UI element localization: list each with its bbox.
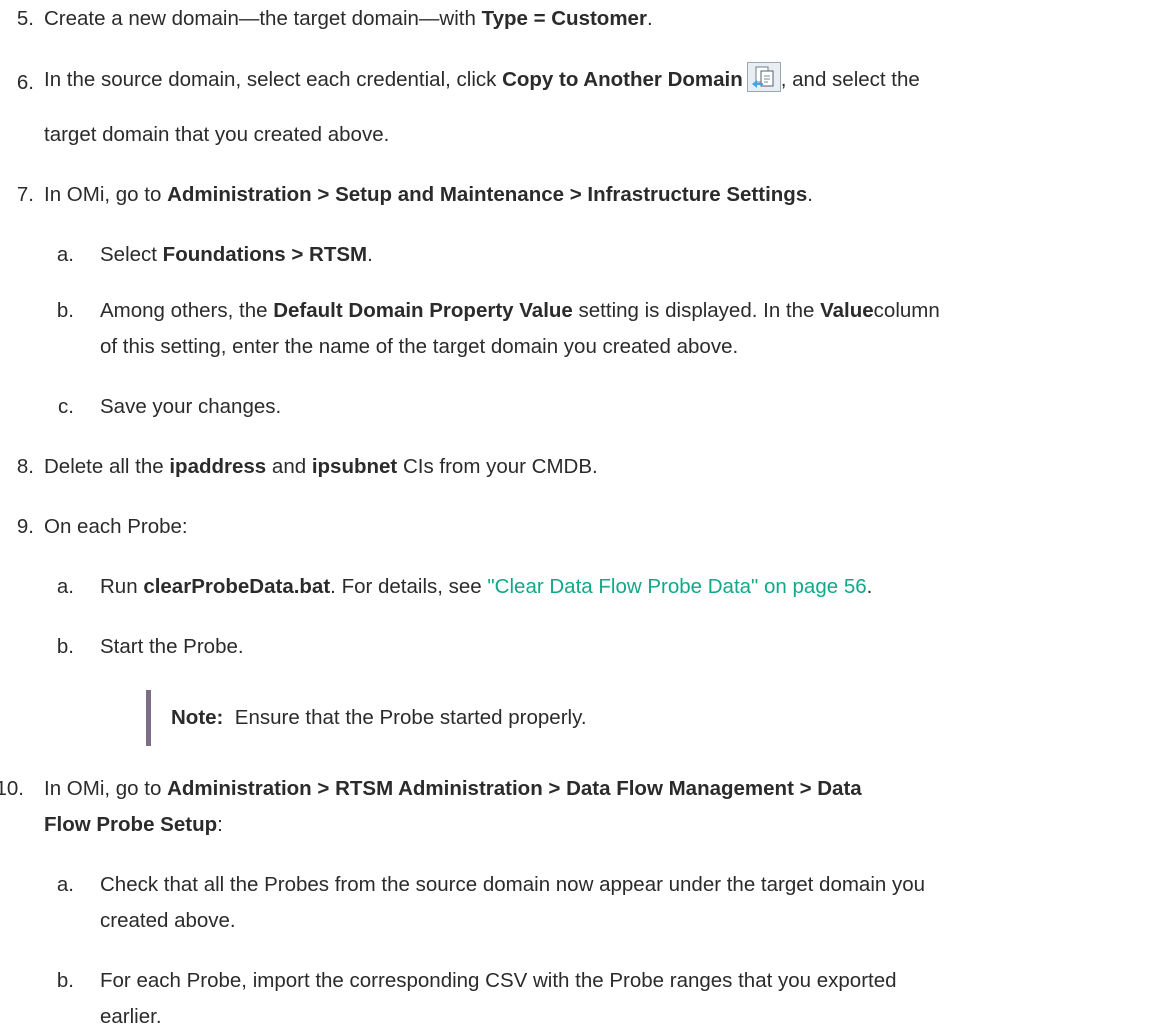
- step-number: 9.: [16, 515, 34, 538]
- substep-letter: a.: [56, 575, 74, 598]
- step-number: 5.: [16, 7, 34, 30]
- note-text: Note: Ensure that the Probe started prop…: [171, 706, 587, 729]
- substep-letter: b.: [56, 635, 74, 658]
- substep-text: Start the Probe.: [100, 635, 244, 658]
- step-text: On each Probe:: [44, 515, 188, 538]
- copy-to-domain-icon: [746, 62, 781, 92]
- step-text-continued: target domain that you created above.: [44, 123, 390, 146]
- note-callout: Note: Ensure that the Probe started prop…: [146, 690, 587, 746]
- clear-probe-data-link[interactable]: "Clear Data Flow Probe Data" on page 56: [487, 575, 866, 598]
- step-text-continued: Flow Probe Setup:: [44, 813, 223, 836]
- step-number: 7.: [16, 183, 34, 206]
- substep-text-continued: created above.: [100, 909, 236, 932]
- substep-letter: b.: [56, 299, 74, 322]
- substep-letter: c.: [58, 395, 74, 418]
- step-number: 8.: [16, 455, 34, 478]
- substep-text: For each Probe, import the corresponding…: [100, 969, 897, 992]
- substep-text: Save your changes.: [100, 395, 282, 418]
- substep-text: Among others, the Default Domain Propert…: [100, 299, 940, 322]
- step-number: 10.: [0, 777, 24, 800]
- substep-letter: b.: [56, 969, 74, 992]
- substep-text: Check that all the Probes from the sourc…: [100, 873, 926, 896]
- substep-text: Select Foundations > RTSM.: [100, 243, 373, 266]
- substep-text-continued: earlier.: [100, 1005, 162, 1028]
- step-number: 6.: [16, 71, 34, 94]
- step-text: In OMi, go to Administration > Setup and…: [44, 183, 813, 206]
- step-text: In the source domain, select each creden…: [44, 62, 920, 97]
- substep-letter: a.: [56, 873, 74, 896]
- substep-text: Run clearProbeData.bat. For details, see…: [100, 575, 873, 598]
- step-text: Delete all the ipaddress and ipsubnet CI…: [44, 455, 598, 478]
- step-text: In OMi, go to Administration > RTSM Admi…: [44, 777, 862, 800]
- substep-letter: a.: [56, 243, 74, 266]
- substep-text-continued: of this setting, enter the name of the t…: [100, 335, 739, 358]
- step-text: Create a new domain—the target domain—wi…: [44, 7, 653, 30]
